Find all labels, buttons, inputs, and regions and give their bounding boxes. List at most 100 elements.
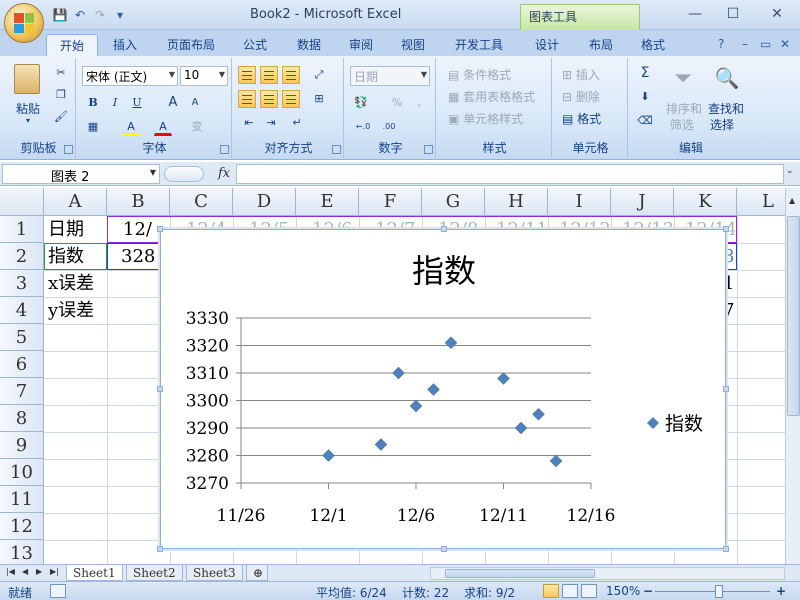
horizontal-scrollbar[interactable]	[430, 567, 785, 580]
save-icon[interactable]: 💾	[52, 7, 68, 23]
fill-icon[interactable]: ⬇	[636, 88, 654, 106]
name-box[interactable]: 图表 2 ▼	[2, 164, 160, 185]
tab-view[interactable]: 视图	[392, 34, 434, 56]
column-header-e[interactable]: E	[296, 188, 359, 216]
tab-chart-format[interactable]: 格式	[632, 34, 674, 56]
border-icon[interactable]: ▦	[84, 118, 102, 136]
row-header-12[interactable]: 12	[0, 513, 44, 540]
cell-a4[interactable]: y误差	[48, 297, 106, 324]
row-header-7[interactable]: 7	[0, 378, 44, 405]
formula-input[interactable]	[236, 164, 784, 184]
alignment-launcher-icon[interactable]	[332, 145, 341, 154]
increase-indent-icon[interactable]: ⇥	[262, 114, 280, 132]
tab-formulas[interactable]: 公式	[234, 34, 276, 56]
align-bottom-icon[interactable]	[282, 66, 300, 84]
sheet-tab-sheet2[interactable]: Sheet2	[126, 565, 183, 581]
zoom-out-button[interactable]: −	[643, 584, 653, 598]
undo-icon[interactable]: ↶	[72, 7, 88, 23]
column-header-d[interactable]: D	[233, 188, 296, 216]
column-header-k[interactable]: K	[674, 188, 737, 216]
chart-resize-handle[interactable]	[157, 546, 163, 552]
tab-chart-layout[interactable]: 布局	[580, 34, 622, 56]
page-break-view-icon[interactable]	[581, 584, 597, 598]
find-select-icon[interactable]: 🔍	[714, 66, 740, 96]
bold-button[interactable]: B	[84, 94, 102, 112]
row-header-9[interactable]: 9	[0, 432, 44, 459]
prev-sheet-icon[interactable]: ◀	[22, 567, 28, 576]
ribbon-close-icon[interactable]: ✕	[780, 37, 790, 51]
sheet-tab-sheet1[interactable]: Sheet1	[66, 565, 123, 581]
redo-icon[interactable]: ↷	[92, 7, 108, 23]
grow-font-button[interactable]: A	[164, 94, 182, 112]
column-header-a[interactable]: A	[44, 188, 107, 216]
column-header-c[interactable]: C	[170, 188, 233, 216]
next-sheet-icon[interactable]: ▶	[36, 567, 42, 576]
conditional-format-button[interactable]: ▤ 条件格式	[448, 66, 511, 83]
column-header-i[interactable]: I	[548, 188, 611, 216]
zoom-in-button[interactable]: +	[776, 584, 786, 598]
horizontal-scroll-thumb[interactable]	[445, 569, 595, 578]
row-header-5[interactable]: 5	[0, 324, 44, 351]
ribbon-minimize-icon[interactable]: –	[742, 37, 748, 51]
percent-button[interactable]: %	[388, 94, 406, 112]
row-header-1[interactable]: 1	[0, 216, 44, 243]
increase-decimal-button[interactable]: ←.0	[352, 118, 374, 136]
paste-dropdown-icon[interactable]: ▾	[26, 116, 30, 125]
align-top-icon[interactable]	[238, 66, 256, 84]
column-header-b[interactable]: B	[107, 188, 170, 216]
copy-icon[interactable]: ❐	[52, 86, 70, 104]
format-cells-button[interactable]: ▤ 格式	[562, 110, 601, 127]
autosum-icon[interactable]: Σ	[636, 64, 654, 82]
chart-resize-handle[interactable]	[441, 546, 447, 552]
zoom-slider-track[interactable]	[655, 591, 770, 592]
tab-insert[interactable]: 插入	[104, 34, 146, 56]
number-launcher-icon[interactable]	[424, 145, 433, 154]
close-button[interactable]: ✕	[762, 4, 792, 24]
phonetic-button[interactable]: 变	[188, 118, 206, 136]
delete-cells-button[interactable]: ⊟ 删除	[562, 88, 600, 105]
clipboard-launcher-icon[interactable]	[64, 145, 73, 154]
row-header-2[interactable]: 2	[0, 243, 44, 270]
tab-review[interactable]: 审阅	[340, 34, 382, 56]
row-header-8[interactable]: 8	[0, 405, 44, 432]
currency-icon[interactable]: 💱	[352, 94, 370, 112]
font-size-combo[interactable]: 10 ▼	[180, 66, 228, 86]
ribbon-restore-icon[interactable]: ▭	[760, 37, 771, 51]
row-header-6[interactable]: 6	[0, 351, 44, 378]
zoom-slider-knob[interactable]	[715, 585, 723, 598]
insert-sheet-icon[interactable]: ⊕	[246, 565, 268, 581]
align-right-icon[interactable]	[282, 90, 300, 108]
zoom-level[interactable]: 150%	[606, 584, 640, 598]
number-format-combo[interactable]: 日期 ▼	[350, 66, 430, 86]
column-header-g[interactable]: G	[422, 188, 485, 216]
chart-resize-handle[interactable]	[441, 226, 447, 232]
find-select-button-line2[interactable]: 选择	[710, 116, 734, 133]
scroll-up-icon[interactable]: ▲	[789, 196, 795, 205]
chart-object[interactable]: 指数 3270 3280 3290 3300 3310 3320 3330 11/26 12/1 1…	[157, 226, 729, 552]
chart-resize-handle[interactable]	[723, 546, 729, 552]
macro-record-icon[interactable]	[50, 584, 66, 598]
restore-button[interactable]: ☐	[718, 4, 748, 24]
align-left-icon[interactable]	[238, 90, 256, 108]
clear-icon[interactable]: ⌫	[636, 112, 654, 130]
help-icon[interactable]: ?	[718, 37, 724, 51]
sheet-tab-sheet3[interactable]: Sheet3	[186, 565, 243, 581]
tab-data[interactable]: 数据	[288, 34, 330, 56]
sort-filter-icon[interactable]: ⏷	[670, 66, 696, 96]
chart-resize-handle[interactable]	[723, 386, 729, 392]
first-sheet-icon[interactable]: |◀	[6, 567, 15, 576]
tab-page-layout[interactable]: 页面布局	[158, 34, 224, 56]
column-header-j[interactable]: J	[611, 188, 674, 216]
fill-color-button[interactable]: A	[122, 118, 140, 136]
minimize-button[interactable]: —	[680, 4, 710, 24]
find-select-button[interactable]: 查找和	[708, 100, 744, 117]
row-header-11[interactable]: 11	[0, 486, 44, 513]
merge-center-icon[interactable]: ⊞	[310, 90, 328, 108]
expand-formula-bar-icon[interactable]: ⌄	[786, 166, 794, 176]
sort-filter-button-line2[interactable]: 筛选	[670, 116, 694, 133]
font-color-button[interactable]: A	[154, 118, 172, 136]
vertical-scrollbar[interactable]: ▲	[785, 188, 800, 564]
cell-a3[interactable]: x误差	[48, 270, 106, 297]
tab-developer[interactable]: 开发工具	[446, 34, 512, 56]
insert-cells-button[interactable]: ⊞ 插入	[562, 66, 600, 83]
